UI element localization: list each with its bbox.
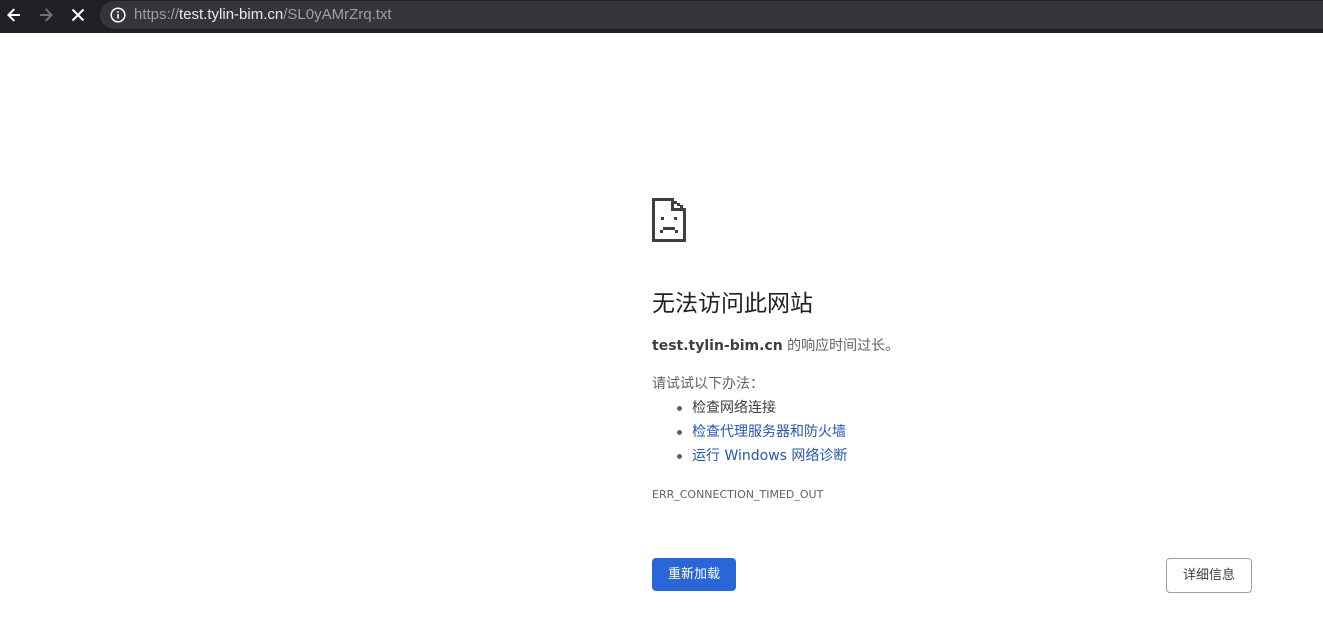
- stop-button[interactable]: [64, 0, 92, 30]
- details-button[interactable]: 详细信息: [1166, 558, 1252, 593]
- close-icon: [71, 8, 85, 22]
- url-host: test.tylin-bim.cn: [179, 6, 284, 23]
- list-item: 检查代理服务器和防火墙: [652, 422, 847, 446]
- error-description: test.tylin-bim.cn 的响应时间过长。: [652, 336, 899, 356]
- suggestions-list: 检查网络连接 检查代理服务器和防火墙 运行 Windows 网络诊断: [652, 398, 847, 470]
- suggestion-check-proxy-link[interactable]: 检查代理服务器和防火墙: [692, 424, 846, 440]
- arrow-right-icon: [40, 8, 53, 22]
- list-item: 检查网络连接: [652, 398, 847, 422]
- suggestion-check-network: 检查网络连接: [692, 400, 776, 416]
- bullet-icon: [677, 430, 682, 435]
- error-code: ERR_CONNECTION_TIMED_OUT: [652, 488, 824, 501]
- bullet-icon: [677, 454, 682, 459]
- description-host: test.tylin-bim.cn: [652, 338, 783, 354]
- url-path: /SL0yAMrZrq.txt: [283, 6, 392, 23]
- url-text[interactable]: https://test.tylin-bim.cn/SL0yAMrZrq.txt: [134, 6, 392, 24]
- sad-document-icon: [652, 198, 686, 242]
- address-bar[interactable]: https://test.tylin-bim.cn/SL0yAMrZrq.txt: [100, 1, 1323, 29]
- url-scheme: https://: [134, 6, 180, 23]
- info-icon[interactable]: [110, 7, 126, 23]
- bullet-icon: [677, 406, 682, 411]
- browser-toolbar: https://test.tylin-bim.cn/SL0yAMrZrq.txt: [0, 0, 1323, 33]
- page-title: 无法访问此网站: [652, 291, 813, 317]
- suggestion-windows-diagnostics-link[interactable]: 运行 Windows 网络诊断: [692, 448, 847, 464]
- suggestions-heading: 请试试以下办法：: [652, 376, 764, 392]
- list-item: 运行 Windows 网络诊断: [652, 446, 847, 470]
- arrow-left-icon: [7, 8, 20, 22]
- back-button[interactable]: [0, 0, 28, 30]
- reload-button[interactable]: 重新加载: [652, 558, 736, 591]
- forward-button[interactable]: [32, 0, 60, 30]
- description-text: 的响应时间过长。: [782, 338, 900, 354]
